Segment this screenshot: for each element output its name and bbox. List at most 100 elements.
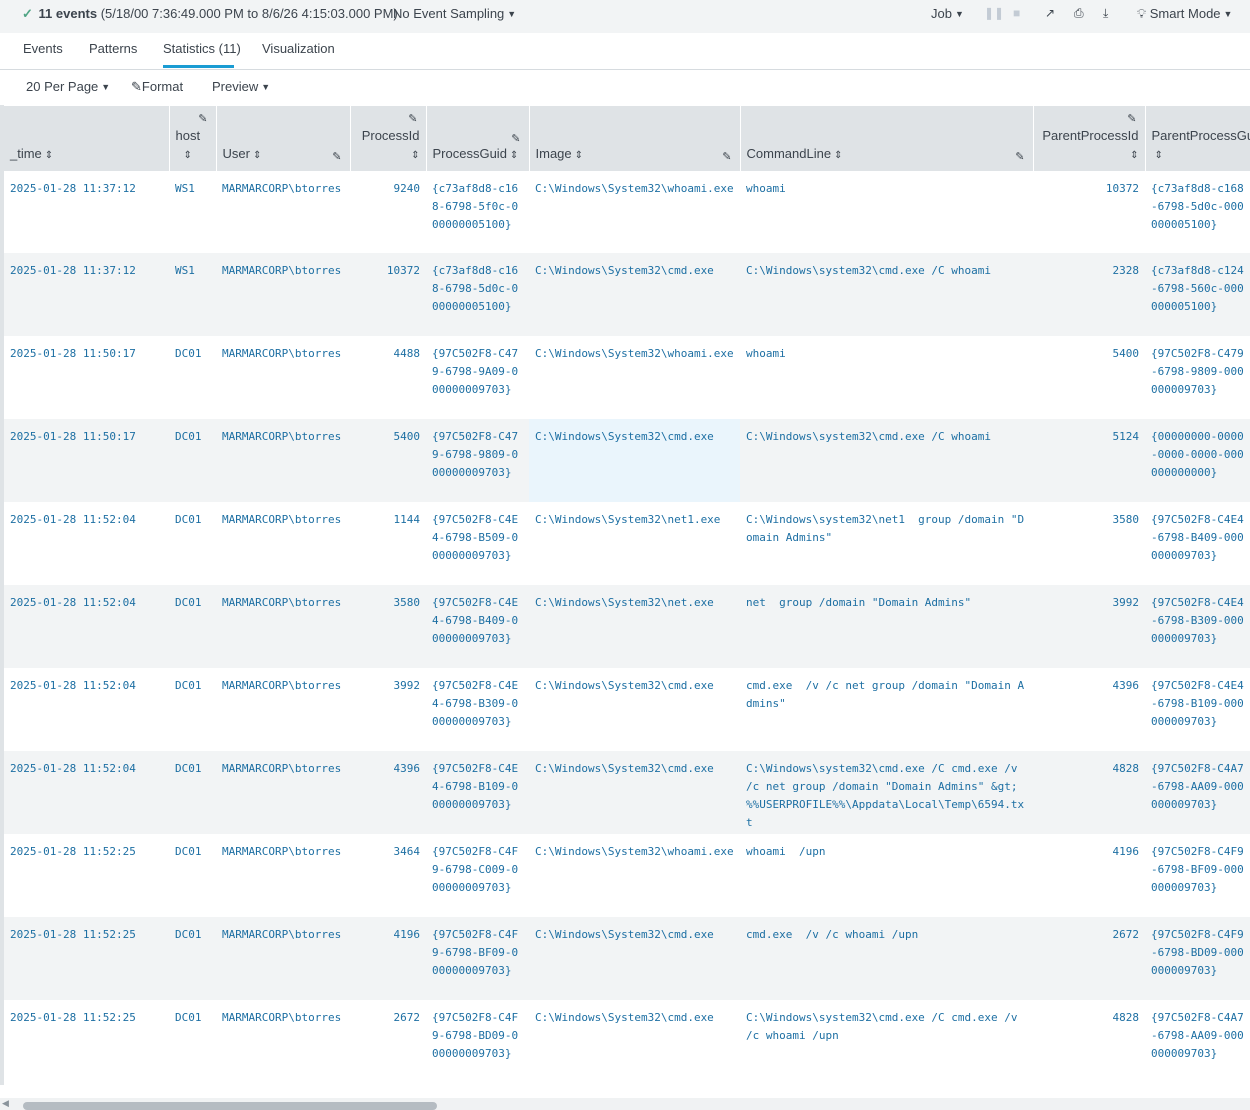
stop-icon[interactable]: ■ bbox=[1013, 6, 1020, 20]
table-cell-pguid[interactable]: {97C502F8-C4E4-6798-B109-000000009703} bbox=[426, 751, 529, 834]
table-cell-time[interactable]: 2025-01-28 11:52:04 bbox=[4, 502, 169, 585]
table-cell-user[interactable]: MARMARCORP\btorres bbox=[216, 585, 350, 668]
column-header-image[interactable]: ✎ Image ⇕ bbox=[529, 106, 741, 171]
table-cell-image[interactable]: C:\Windows\System32\cmd.exe bbox=[529, 253, 740, 336]
table-cell-ppguid[interactable]: {c73af8d8-c168-6798-5d0c-000000005100} bbox=[1145, 171, 1250, 253]
table-cell-image[interactable]: C:\Windows\System32\cmd.exe bbox=[529, 917, 740, 1000]
sort-icon[interactable]: ⇕ bbox=[834, 150, 842, 161]
table-cell-image[interactable]: C:\Windows\System32\cmd.exe bbox=[529, 1000, 740, 1083]
table-cell-ppguid[interactable]: {00000000-0000-0000-0000-000000000000} bbox=[1145, 419, 1250, 502]
column-header-parentprocessguid[interactable]: ParentProcessGuid ⇕ bbox=[1145, 106, 1250, 171]
table-cell-ppid[interactable]: 5124 bbox=[1033, 419, 1145, 502]
sort-icon[interactable]: ⇕ bbox=[45, 150, 53, 161]
table-cell-image[interactable]: C:\Windows\System32\net1.exe bbox=[529, 502, 740, 585]
table-cell-cmd[interactable]: C:\Windows\system32\net1 group /domain "… bbox=[740, 502, 1033, 585]
tab-patterns[interactable]: Patterns bbox=[89, 41, 137, 56]
table-cell-ppid[interactable]: 4828 bbox=[1033, 1000, 1145, 1083]
table-cell-time[interactable]: 2025-01-28 11:52:25 bbox=[4, 834, 169, 917]
sort-icon[interactable]: ⇕ bbox=[411, 150, 419, 161]
table-cell-ppid[interactable]: 2328 bbox=[1033, 253, 1145, 336]
table-cell-host[interactable]: DC01 bbox=[169, 419, 216, 502]
table-cell-pid[interactable]: 3580 bbox=[350, 585, 426, 668]
tab-visualization[interactable]: Visualization bbox=[262, 41, 335, 56]
sort-icon[interactable]: ⇕ bbox=[510, 150, 518, 161]
table-cell-ppguid[interactable]: {97C502F8-C479-6798-9809-000000009703} bbox=[1145, 336, 1250, 419]
column-header-processguid[interactable]: ✎ ProcessGuid ⇕ bbox=[426, 106, 530, 171]
table-cell-pid[interactable]: 4488 bbox=[350, 336, 426, 419]
table-cell-ppid[interactable]: 3580 bbox=[1033, 502, 1145, 585]
pencil-icon[interactable]: ✎ bbox=[1015, 150, 1024, 163]
table-cell-image[interactable]: C:\Windows\System32\cmd.exe bbox=[529, 668, 740, 751]
sort-icon[interactable]: ⇕ bbox=[575, 150, 583, 161]
print-icon[interactable]: ⎙ bbox=[1074, 6, 1084, 21]
table-cell-time[interactable]: 2025-01-28 11:52:25 bbox=[4, 1000, 169, 1083]
table-cell-cmd[interactable]: C:\Windows\system32\cmd.exe /C cmd.exe /… bbox=[740, 751, 1033, 834]
table-cell-host[interactable]: WS1 bbox=[169, 171, 216, 253]
horizontal-scrollbar[interactable]: ◀ bbox=[0, 1098, 1250, 1110]
table-cell-ppid[interactable]: 4196 bbox=[1033, 834, 1145, 917]
tab-statistics[interactable]: Statistics (11) bbox=[163, 41, 241, 56]
table-cell-pguid[interactable]: {97C502F8-C4E4-6798-B309-000000009703} bbox=[426, 668, 529, 751]
table-cell-host[interactable]: WS1 bbox=[169, 253, 216, 336]
table-cell-ppid[interactable]: 2672 bbox=[1033, 917, 1145, 1000]
table-cell-user[interactable]: MARMARCORP\btorres bbox=[216, 419, 350, 502]
table-cell-pguid[interactable]: {97C502F8-C479-6798-9A09-000000009703} bbox=[426, 336, 529, 419]
table-cell-user[interactable]: MARMARCORP\btorres bbox=[216, 502, 350, 585]
table-cell-host[interactable]: DC01 bbox=[169, 668, 216, 751]
table-cell-pid[interactable]: 4196 bbox=[350, 917, 426, 1000]
table-cell-pguid[interactable]: {c73af8d8-c168-6798-5d0c-000000005100} bbox=[426, 253, 529, 336]
table-cell-ppid[interactable]: 3992 bbox=[1033, 585, 1145, 668]
pencil-icon[interactable]: ✎ bbox=[198, 112, 207, 125]
table-cell-ppid[interactable]: 5400 bbox=[1033, 336, 1145, 419]
table-cell-host[interactable]: DC01 bbox=[169, 1000, 216, 1083]
table-cell-cmd[interactable]: whoami bbox=[740, 336, 1033, 419]
table-cell-user[interactable]: MARMARCORP\btorres bbox=[216, 253, 350, 336]
sort-icon[interactable]: ⇕ bbox=[253, 150, 261, 161]
table-cell-cmd[interactable]: cmd.exe /v /c net group /domain "Domain … bbox=[740, 668, 1033, 751]
table-cell-ppid[interactable]: 4396 bbox=[1033, 668, 1145, 751]
table-cell-host[interactable]: DC01 bbox=[169, 751, 216, 834]
column-header-time[interactable]: _time ⇕ bbox=[4, 106, 170, 171]
table-cell-host[interactable]: DC01 bbox=[169, 917, 216, 1000]
table-cell-cmd[interactable]: C:\Windows\system32\cmd.exe /C cmd.exe /… bbox=[740, 1000, 1033, 1083]
pencil-icon[interactable]: ✎ bbox=[408, 112, 417, 125]
table-cell-pguid[interactable]: {97C502F8-C4E4-6798-B409-000000009703} bbox=[426, 585, 529, 668]
table-cell-pguid[interactable]: {97C502F8-C479-6798-9809-000000009703} bbox=[426, 419, 529, 502]
table-cell-host[interactable]: DC01 bbox=[169, 336, 216, 419]
table-cell-pid[interactable]: 4396 bbox=[350, 751, 426, 834]
event-count-summary[interactable]: ✓ 11 events (5/18/00 7:36:49.000 PM to 8… bbox=[22, 6, 398, 22]
table-cell-image[interactable]: C:\Windows\System32\whoami.exe bbox=[529, 171, 740, 253]
per-page-dropdown[interactable]: 20 Per Page ▼ bbox=[26, 79, 110, 94]
table-cell-time[interactable]: 2025-01-28 11:52:04 bbox=[4, 668, 169, 751]
table-cell-ppguid[interactable]: {97C502F8-C4E4-6798-B409-000000009703} bbox=[1145, 502, 1250, 585]
table-cell-cmd[interactable]: C:\Windows\system32\cmd.exe /C whoami bbox=[740, 419, 1033, 502]
table-cell-time[interactable]: 2025-01-28 11:50:17 bbox=[4, 419, 169, 502]
table-cell-pid[interactable]: 1144 bbox=[350, 502, 426, 585]
table-cell-time[interactable]: 2025-01-28 11:50:17 bbox=[4, 336, 169, 419]
job-menu-button[interactable]: Job ▼ bbox=[931, 6, 964, 21]
column-header-parentprocessid[interactable]: ✎ ParentProcessId ⇕ bbox=[1033, 106, 1146, 171]
column-header-processid[interactable]: ✎ ProcessId ⇕ bbox=[350, 106, 427, 171]
table-cell-cmd[interactable]: C:\Windows\system32\cmd.exe /C whoami bbox=[740, 253, 1033, 336]
pencil-icon[interactable]: ✎ bbox=[511, 132, 520, 145]
table-cell-user[interactable]: MARMARCORP\btorres bbox=[216, 171, 350, 253]
table-cell-host[interactable]: DC01 bbox=[169, 585, 216, 668]
sort-icon[interactable]: ⇕ bbox=[184, 150, 192, 161]
table-cell-pguid[interactable]: {97C502F8-C4E4-6798-B509-000000009703} bbox=[426, 502, 529, 585]
sort-icon[interactable]: ⇕ bbox=[1155, 150, 1163, 161]
table-cell-ppguid[interactable]: {97C502F8-C4A7-6798-AA09-000000009703} bbox=[1145, 751, 1250, 834]
table-cell-pguid[interactable]: {c73af8d8-c168-6798-5f0c-000000005100} bbox=[426, 171, 529, 253]
scrollbar-thumb[interactable] bbox=[23, 1102, 437, 1110]
table-cell-image[interactable]: C:\Windows\System32\whoami.exe bbox=[529, 336, 740, 419]
column-header-commandline[interactable]: ✎ CommandLine ⇕ bbox=[740, 106, 1034, 171]
table-cell-ppguid[interactable]: {97C502F8-C4F9-6798-BF09-000000009703} bbox=[1145, 834, 1250, 917]
table-cell-cmd[interactable]: net group /domain "Domain Admins" bbox=[740, 585, 1033, 668]
table-cell-time[interactable]: 2025-01-28 11:52:04 bbox=[4, 585, 169, 668]
preview-dropdown[interactable]: Preview ▼ bbox=[212, 79, 270, 94]
table-cell-pid[interactable]: 3464 bbox=[350, 834, 426, 917]
table-cell-ppid[interactable]: 4828 bbox=[1033, 751, 1145, 834]
table-cell-image[interactable]: C:\Windows\System32\whoami.exe bbox=[529, 834, 740, 917]
share-icon[interactable]: ↗ bbox=[1045, 6, 1055, 20]
pencil-icon[interactable]: ✎ bbox=[722, 150, 731, 163]
table-cell-time[interactable]: 2025-01-28 11:52:25 bbox=[4, 917, 169, 1000]
